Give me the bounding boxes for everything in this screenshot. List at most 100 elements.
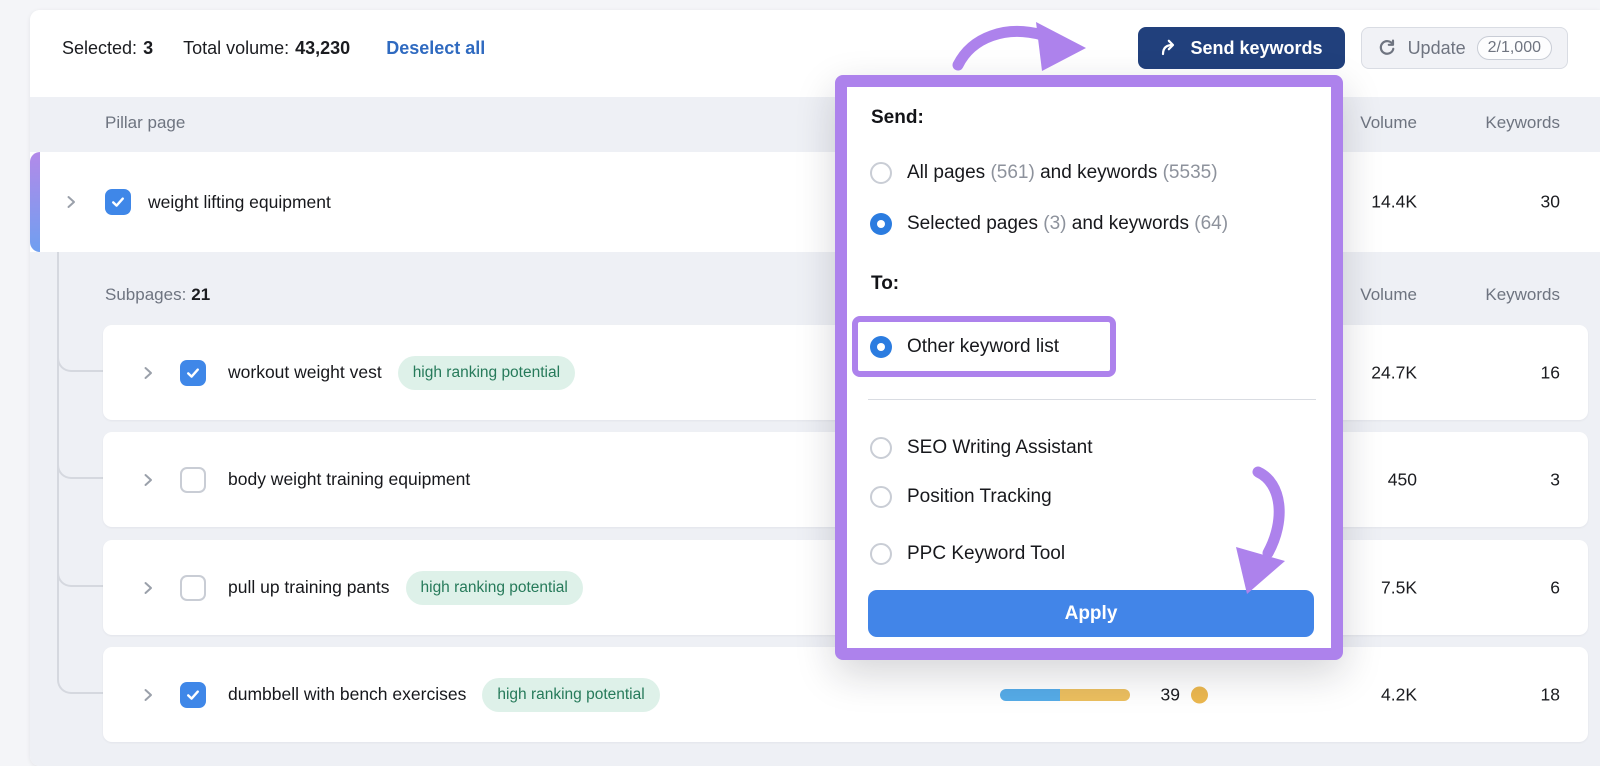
radio-option-selected-pages[interactable]: Selected pages (3) and keywords (64) xyxy=(870,213,1228,235)
difficulty-cell: 39 xyxy=(1161,684,1208,705)
send-keywords-popup: Send: All pages (561) and keywords (5535… xyxy=(835,75,1343,660)
radio-option-seo-writing-assistant[interactable]: SEO Writing Assistant xyxy=(870,437,1093,459)
option-count: (3) xyxy=(1043,213,1072,234)
chevron-right-icon[interactable] xyxy=(140,472,156,488)
keywords-column-header-subpages: Keywords xyxy=(1485,285,1560,304)
pillar-page-column-header: Pillar page xyxy=(105,113,186,132)
tree-branch xyxy=(57,455,105,479)
option-text: and keywords xyxy=(1071,213,1195,234)
radio-label: Position Tracking xyxy=(907,486,1052,507)
radio-option-other-keyword-list[interactable]: Other keyword list xyxy=(852,316,1116,377)
subpages-count: 21 xyxy=(191,285,211,304)
total-volume: Total volume: 43,230 xyxy=(183,38,350,59)
subpage-label: dumbbell with bench exercises xyxy=(228,684,467,704)
toolbar-actions: Send keywords Update 2/1,000 xyxy=(1137,27,1568,69)
row-checkbox[interactable] xyxy=(180,466,206,493)
radio-label: Selected pages (3) and keywords (64) xyxy=(907,213,1228,235)
page: Selected: 3 Total volume: 43,230 Deselec… xyxy=(0,0,1600,766)
radio-option-position-tracking[interactable]: Position Tracking xyxy=(870,486,1052,508)
chevron-right-icon[interactable] xyxy=(63,194,79,210)
selected-label: Selected: xyxy=(62,37,138,58)
radio-selected-icon[interactable] xyxy=(870,213,892,235)
subpage-label: body weight training equipment xyxy=(228,469,471,489)
volume-value: 14.4K xyxy=(1371,191,1417,212)
volume-value: 4.2K xyxy=(1381,684,1417,704)
ranking-potential-badge: high ranking potential xyxy=(397,355,576,390)
send-keywords-button[interactable]: Send keywords xyxy=(1137,27,1345,69)
radio-label: All pages (561) and keywords (5535) xyxy=(907,162,1218,184)
table-row[interactable]: dumbbell with bench exercises high ranki… xyxy=(103,647,1588,742)
pillar-page-label: weight lifting equipment xyxy=(148,191,331,212)
update-button[interactable]: Update 2/1,000 xyxy=(1360,27,1568,69)
difficulty-bar xyxy=(1000,688,1130,701)
subpages-label: Subpages: xyxy=(105,285,187,304)
keywords-value: 6 xyxy=(1550,577,1560,597)
keywords-value: 30 xyxy=(1540,191,1560,212)
refresh-icon xyxy=(1377,38,1397,58)
tree-branch xyxy=(57,348,105,372)
to-section-title: To: xyxy=(871,273,900,294)
chevron-right-icon[interactable] xyxy=(140,580,156,596)
radio-label: Other keyword list xyxy=(907,335,1060,357)
row-checkbox[interactable] xyxy=(180,681,206,708)
ranking-potential-badge: high ranking potential xyxy=(405,570,583,605)
deselect-all-link[interactable]: Deselect all xyxy=(386,38,485,59)
chevron-right-icon[interactable] xyxy=(140,687,156,703)
update-label: Update xyxy=(1407,37,1466,58)
keywords-value: 16 xyxy=(1540,362,1560,382)
keywords-value: 3 xyxy=(1550,469,1560,489)
ranking-potential-badge: high ranking potential xyxy=(482,677,660,712)
row-checkbox[interactable] xyxy=(105,189,131,215)
radio-option-ppc-keyword-tool[interactable]: PPC Keyword Tool xyxy=(870,543,1065,565)
tree-branch xyxy=(57,670,105,694)
option-count: (64) xyxy=(1194,213,1229,234)
send-keywords-label: Send keywords xyxy=(1190,37,1323,58)
radio-label: PPC Keyword Tool xyxy=(907,543,1066,564)
difficulty-dot-icon xyxy=(1191,686,1208,703)
row-checkbox[interactable] xyxy=(180,359,206,386)
chevron-right-icon[interactable] xyxy=(140,365,156,381)
difficulty-bar-yellow-segment xyxy=(1059,688,1130,701)
popup-divider xyxy=(868,399,1316,400)
subpage-label: workout weight vest xyxy=(228,362,382,382)
option-text: All pages xyxy=(907,162,991,183)
subpages-count-label: Subpages: 21 xyxy=(105,285,210,305)
volume-value: 7.5K xyxy=(1381,577,1417,597)
update-quota-badge: 2/1,000 xyxy=(1476,36,1552,60)
keyword-table-card: Selected: 3 Total volume: 43,230 Deselec… xyxy=(30,10,1600,766)
selected-value: 3 xyxy=(143,37,154,58)
difficulty-value: 39 xyxy=(1160,684,1180,704)
apply-button[interactable]: Apply xyxy=(868,590,1314,637)
option-text: and keywords xyxy=(1040,162,1163,183)
option-count: (561) xyxy=(990,162,1041,183)
total-volume-label: Total volume: xyxy=(183,37,290,58)
keywords-column-header: Keywords xyxy=(1485,113,1560,132)
radio-icon[interactable] xyxy=(870,543,892,565)
radio-selected-icon[interactable] xyxy=(870,335,892,358)
tree-branch xyxy=(57,563,105,587)
radio-icon[interactable] xyxy=(870,437,892,459)
selection-toolbar: Selected: 3 Total volume: 43,230 Deselec… xyxy=(30,10,1600,86)
volume-value: 450 xyxy=(1387,469,1417,489)
option-text: Selected pages xyxy=(907,213,1044,234)
selected-row-accent xyxy=(30,152,40,252)
volume-column-header-subpages: Volume xyxy=(1360,285,1417,304)
radio-icon[interactable] xyxy=(870,162,892,184)
send-section-title: Send: xyxy=(871,107,924,128)
row-checkbox[interactable] xyxy=(180,574,206,601)
total-volume-value: 43,230 xyxy=(295,37,351,58)
radio-option-all-pages[interactable]: All pages (561) and keywords (5535) xyxy=(870,162,1218,184)
table-row[interactable]: weight lifting equipment 14.4K 30 xyxy=(30,152,1600,252)
volume-column-header: Volume xyxy=(1360,113,1417,132)
difficulty-bar-blue-segment xyxy=(1000,688,1060,701)
radio-label: SEO Writing Assistant xyxy=(907,437,1093,458)
volume-value: 24.7K xyxy=(1371,362,1417,382)
subpages-section: Subpages:21 Volume Keywords workout wei xyxy=(30,252,1600,766)
table-header-row: Pillar page Volume Keywords xyxy=(30,97,1600,152)
subpage-label: pull up training pants xyxy=(228,577,390,597)
keywords-value: 18 xyxy=(1540,684,1560,704)
send-arrow-icon xyxy=(1160,38,1180,58)
selected-count: Selected: 3 xyxy=(62,38,153,59)
radio-icon[interactable] xyxy=(870,486,892,508)
option-count: (5535) xyxy=(1162,162,1218,183)
